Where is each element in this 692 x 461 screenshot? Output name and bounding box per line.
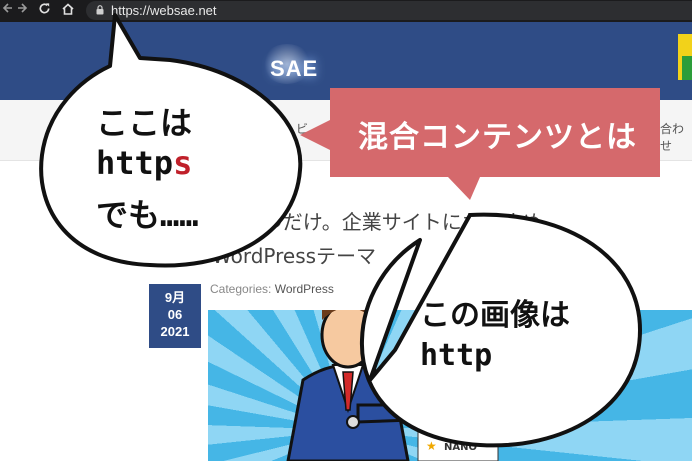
banner-title: 混合コンテンツとは — [358, 120, 637, 155]
bubble1-s-highlight: s — [173, 144, 193, 182]
bubble2-line1: この画像は — [420, 298, 570, 333]
bubble1-line1: ここは — [96, 104, 193, 142]
bubble2-line2: http — [420, 338, 493, 373]
bubble1-line2: https — [96, 144, 192, 182]
bubble1-line3: でも…… — [96, 196, 199, 234]
bubble1-http: http — [96, 144, 174, 182]
